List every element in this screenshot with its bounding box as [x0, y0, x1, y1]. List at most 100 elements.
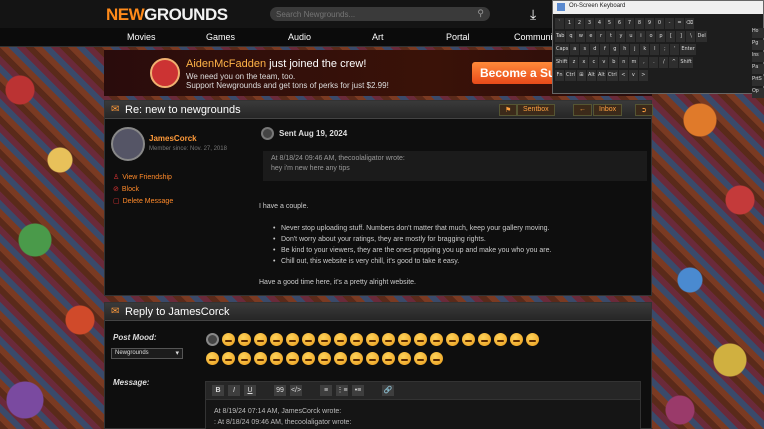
sender-name[interactable]: JamesCorck — [149, 134, 197, 143]
avatar[interactable] — [111, 127, 145, 161]
mood-smiley[interactable] — [398, 333, 411, 346]
osk-key[interactable]: a — [570, 44, 580, 55]
mood-smiley[interactable] — [334, 333, 347, 346]
quote-button[interactable]: 99 — [274, 385, 286, 396]
osk-key[interactable]: k — [640, 44, 650, 55]
osk-key[interactable]: Pg — [752, 40, 764, 50]
osk-key[interactable]: i — [636, 31, 646, 42]
mood-smiley[interactable] — [318, 352, 331, 365]
osk-key[interactable]: 1 — [565, 18, 574, 29]
osk-key[interactable]: Op — [752, 88, 764, 98]
osk-key[interactable]: v — [628, 70, 638, 81]
mood-smiley[interactable] — [254, 352, 267, 365]
mood-smiley[interactable] — [350, 352, 363, 365]
mood-smiley[interactable] — [302, 352, 315, 365]
osk-key[interactable]: 4 — [595, 18, 604, 29]
osk-key[interactable]: s — [580, 44, 590, 55]
osk-key[interactable]: 6 — [615, 18, 624, 29]
osk-key[interactable]: Enter — [680, 44, 696, 55]
mood-smiley[interactable] — [270, 333, 283, 346]
osk-key[interactable]: u — [626, 31, 636, 42]
osk-key[interactable]: y — [616, 31, 626, 42]
back-arrow-icon[interactable]: ← — [573, 104, 592, 116]
osk-key[interactable]: p — [656, 31, 666, 42]
osk-key[interactable]: , — [639, 57, 649, 68]
mood-select[interactable]: Newgrounds — [111, 348, 183, 359]
osk-key[interactable]: ; — [660, 44, 670, 55]
sentbox-button[interactable]: Sentbox — [517, 104, 555, 116]
upload-arrow-icon[interactable]: ⤓ — [530, 6, 536, 23]
osk-key[interactable]: Ctrl — [565, 70, 576, 81]
osk-key[interactable]: r — [596, 31, 606, 42]
search-box[interactable]: ⚲ — [270, 7, 490, 21]
mood-smiley[interactable] — [414, 333, 427, 346]
mood-smiley[interactable] — [398, 352, 411, 365]
mood-smiley[interactable] — [414, 352, 427, 365]
osk-key[interactable]: f — [600, 44, 610, 55]
osk-key[interactable]: Shift — [679, 57, 693, 68]
nav-community[interactable]: Communi — [514, 32, 553, 42]
mood-smiley[interactable] — [462, 333, 475, 346]
search-input[interactable] — [276, 8, 466, 20]
mood-smiley[interactable] — [206, 333, 219, 346]
osk-key[interactable]: Ctrl — [606, 70, 618, 81]
osk-key[interactable]: ⊞ — [576, 70, 586, 81]
mood-smiley[interactable] — [430, 352, 443, 365]
mood-smiley[interactable] — [366, 352, 379, 365]
osk-key[interactable]: Tab — [555, 31, 566, 42]
nav-audio[interactable]: Audio — [288, 32, 311, 42]
mood-smiley[interactable] — [510, 333, 523, 346]
osk-key[interactable]: 8 — [635, 18, 644, 29]
delete-message-link[interactable]: ▢ Delete Message — [113, 197, 173, 205]
nav-art[interactable]: Art — [372, 32, 384, 42]
mood-smiley[interactable] — [350, 333, 363, 346]
nav-portal[interactable]: Portal — [446, 32, 470, 42]
osk-key[interactable]: v — [599, 57, 609, 68]
bold-button[interactable]: B — [212, 385, 224, 396]
osk-key[interactable]: ⌫ — [685, 18, 695, 29]
mood-smiley[interactable] — [206, 352, 219, 365]
mood-smiley[interactable] — [382, 333, 395, 346]
mood-smiley[interactable] — [494, 333, 507, 346]
osk-key[interactable]: x — [579, 57, 589, 68]
osk-key[interactable]: Alt — [596, 70, 606, 81]
nav-movies[interactable]: Movies — [127, 32, 156, 42]
mood-smiley[interactable] — [526, 333, 539, 346]
osk-key[interactable]: q — [566, 31, 576, 42]
osk-key[interactable]: - — [665, 18, 674, 29]
osk-title-bar[interactable]: On-Screen Keyboard — [553, 1, 763, 14]
mood-smiley[interactable] — [238, 352, 251, 365]
flag-icon[interactable]: ⚑ — [499, 104, 518, 116]
osk-key[interactable]: ^ — [669, 57, 679, 68]
osk-key[interactable]: 9 — [645, 18, 654, 29]
osk-key[interactable]: 7 — [625, 18, 634, 29]
osk-key[interactable]: 0 — [655, 18, 664, 29]
osk-key[interactable]: > — [638, 70, 648, 81]
mood-smiley[interactable] — [254, 333, 267, 346]
mood-smiley[interactable] — [318, 333, 331, 346]
osk-key[interactable]: PrtS — [752, 76, 764, 86]
osk-key[interactable]: h — [620, 44, 630, 55]
osk-key[interactable]: e — [586, 31, 596, 42]
osk-key[interactable]: Shift — [555, 57, 569, 68]
mood-smiley[interactable] — [430, 333, 443, 346]
mood-smiley[interactable] — [366, 333, 379, 346]
osk-key[interactable]: g — [610, 44, 620, 55]
mood-smiley[interactable] — [478, 333, 491, 346]
mood-smiley[interactable] — [270, 352, 283, 365]
osk-key[interactable]: c — [589, 57, 599, 68]
osk-key[interactable]: Alt — [586, 70, 596, 81]
osk-key[interactable]: n — [619, 57, 629, 68]
osk-key[interactable]: m — [629, 57, 639, 68]
message-editor[interactable]: B I U 99 </> ≡ ⋮≡ •≡ 🔗 At 8/19/24 07:14 … — [205, 381, 641, 429]
osk-key[interactable]: d — [590, 44, 600, 55]
inbox-button[interactable]: Inbox — [593, 104, 623, 116]
underline-button[interactable]: U — [244, 385, 256, 396]
osk-key[interactable]: Fn — [555, 70, 564, 81]
mood-smiley[interactable] — [446, 333, 459, 346]
osk-key[interactable]: < — [618, 70, 628, 81]
osk-key[interactable]: j — [630, 44, 640, 55]
view-friendship-link[interactable]: ♙ View Friendship — [113, 173, 172, 181]
exit-icon[interactable]: ➲ — [635, 104, 653, 116]
mood-smiley[interactable] — [382, 352, 395, 365]
